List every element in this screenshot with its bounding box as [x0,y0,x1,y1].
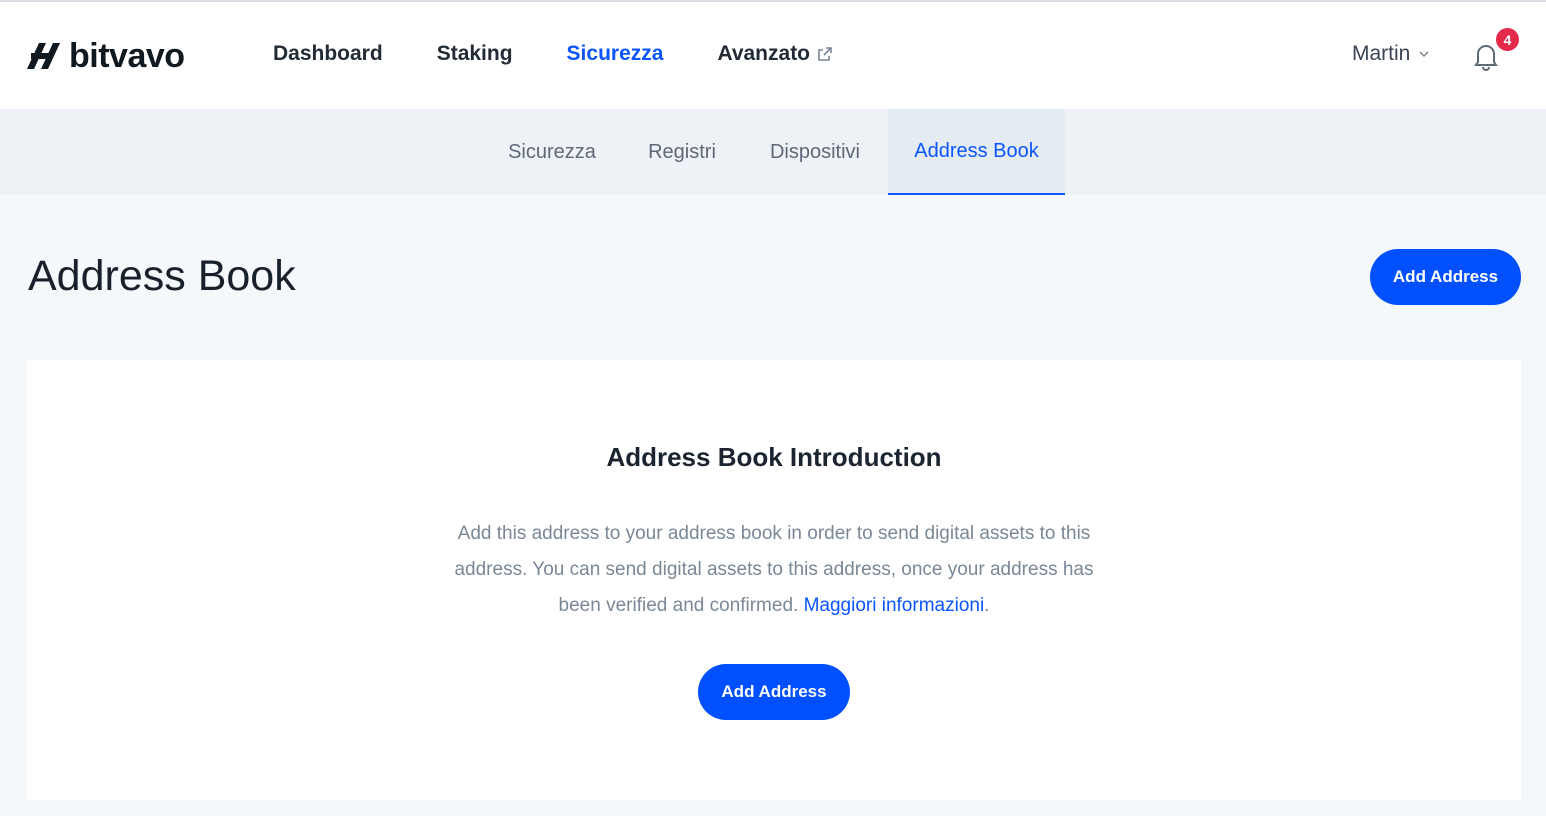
nav-label-sicurezza: Sicurezza [566,42,664,65]
add-address-card-button[interactable]: Add Address [698,664,850,720]
main-nav: Dashboard Staking Sicurezza Avanzato [273,42,887,66]
user-name: Martin [1352,42,1411,65]
nav-label-staking: Staking [436,42,513,65]
tab-label-registri: Registri [648,140,716,163]
intro-title: Address Book Introduction [606,442,942,472]
chevron-down-icon [1419,51,1429,58]
nav-label-dashboard: Dashboard [273,42,383,65]
tab-address-book[interactable]: Address Book [888,109,1065,195]
tab-sicurezza[interactable]: Sicurezza [482,109,622,195]
intro-link-suffix: . [984,595,990,616]
nav-item-sicurezza[interactable]: Sicurezza [567,42,664,66]
user-menu[interactable]: Martin [1352,42,1430,66]
learn-more-link[interactable]: Maggiori informazioni [804,595,985,616]
address-book-intro-card: Address Book Introduction Add this addre… [27,360,1521,800]
bitvavo-logo-icon [27,43,60,69]
tab-label-dispositivi: Dispositivi [769,140,861,163]
nav-item-staking[interactable]: Staking [437,42,513,66]
notification-badge: 4 [1494,26,1521,53]
tab-dispositivi[interactable]: Dispositivi [742,109,888,195]
security-sub-nav: Sicurezza Registri Dispositivi Address B… [0,109,1546,195]
top-navigation-bar: bitvavo Dashboard Staking Sicurezza Avan… [0,2,1546,109]
tab-label-sicurezza: Sicurezza [508,140,596,163]
nav-item-dashboard[interactable]: Dashboard [273,42,383,66]
add-address-button[interactable]: Add Address [1370,249,1521,305]
tab-label-address-book: Address Book [914,139,1039,162]
tab-registri[interactable]: Registri [622,109,742,195]
external-link-icon [818,47,832,61]
nav-label-avanzato: Avanzato [717,42,811,65]
brand-name: bitvavo [69,36,185,75]
intro-body: Add this address to your address book in… [454,523,1094,616]
intro-text: Add this address to your address book in… [454,516,1094,624]
nav-item-avanzato[interactable]: Avanzato [717,42,833,66]
bitvavo-logo[interactable]: bitvavo [27,36,185,76]
page-title: Address Book [28,252,296,300]
